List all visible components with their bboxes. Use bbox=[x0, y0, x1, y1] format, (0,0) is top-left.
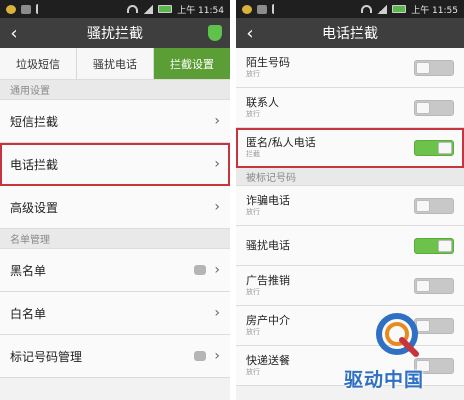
signal-icon bbox=[377, 4, 388, 14]
row-label: 高级设置 bbox=[10, 200, 59, 215]
left-screen: 上午 11:54 ‹ 骚扰拦截 垃圾短信 骚扰电话 拦截设置 通用设置 短信拦截… bbox=[0, 0, 230, 400]
row-marked-numbers[interactable]: 标记号码管理 › bbox=[0, 335, 230, 378]
tab-spam-sms[interactable]: 垃圾短信 bbox=[0, 48, 77, 79]
usb-icon bbox=[36, 4, 42, 14]
back-button[interactable]: ‹ bbox=[236, 23, 264, 44]
toggle-switch[interactable] bbox=[414, 317, 454, 334]
toggle-row-anonymous-calls[interactable]: 匿名/私人电话 拦截 bbox=[236, 128, 464, 168]
row-call-block[interactable]: 电话拦截 › bbox=[0, 143, 230, 186]
row-sublabel: 放行 bbox=[246, 368, 260, 376]
row-whitelist[interactable]: 白名单 › bbox=[0, 292, 230, 335]
notification-icon bbox=[6, 4, 16, 14]
toggle-knob bbox=[416, 319, 430, 332]
count-badge bbox=[194, 351, 207, 361]
row-sublabel: 放行 bbox=[246, 288, 260, 296]
row-label: 陌生号码 bbox=[246, 56, 290, 69]
tab-bar: 垃圾短信 骚扰电话 拦截设置 bbox=[0, 48, 230, 80]
section-header-list: 名单管理 bbox=[0, 229, 230, 249]
toggle-row-contacts[interactable]: 联系人 放行 bbox=[236, 88, 464, 128]
status-bar: 上午 11:54 bbox=[0, 0, 230, 18]
toggle-switch[interactable] bbox=[414, 139, 454, 156]
row-label: 广告推销 bbox=[246, 274, 290, 287]
toggle-switch[interactable] bbox=[414, 197, 454, 214]
wifi-icon bbox=[127, 5, 139, 13]
status-time: 上午 11:55 bbox=[411, 5, 458, 16]
usb-icon bbox=[272, 4, 278, 14]
toggle-switch[interactable] bbox=[414, 277, 454, 294]
row-blacklist[interactable]: 黑名单 › bbox=[0, 249, 230, 292]
cat-icon bbox=[21, 4, 31, 14]
chevron-right-icon: › bbox=[214, 113, 220, 129]
row-sublabel: 放行 bbox=[246, 208, 260, 216]
status-bar: 上午 11:55 bbox=[236, 0, 464, 18]
row-sublabel: 放行 bbox=[246, 70, 260, 78]
battery-icon bbox=[158, 5, 173, 13]
page-title: 电话拦截 bbox=[322, 26, 378, 42]
toggle-knob bbox=[438, 239, 452, 252]
toggle-row-fraud-calls[interactable]: 诈骗电话 放行 bbox=[236, 186, 464, 226]
title-bar: ‹ 骚扰拦截 bbox=[0, 18, 230, 48]
row-label: 黑名单 bbox=[10, 263, 47, 278]
battery-icon bbox=[392, 5, 407, 13]
toggle-row-real-estate-agent[interactable]: 房产中介 放行 bbox=[236, 306, 464, 346]
back-arrow-icon: ‹ bbox=[10, 22, 18, 44]
toggle-switch[interactable] bbox=[414, 237, 454, 254]
chevron-right-icon: › bbox=[214, 199, 220, 215]
toggle-knob bbox=[416, 199, 430, 212]
row-sublabel: 放行 bbox=[246, 328, 260, 336]
row-label: 短信拦截 bbox=[10, 114, 59, 129]
toggle-row-delivery[interactable]: 快递送餐 放行 bbox=[236, 346, 464, 386]
toggle-row-ad-promotion[interactable]: 广告推销 放行 bbox=[236, 266, 464, 306]
toggle-knob bbox=[438, 141, 452, 154]
chevron-right-icon: › bbox=[214, 348, 220, 364]
row-sublabel: 放行 bbox=[246, 110, 260, 118]
back-button[interactable]: ‹ bbox=[0, 23, 28, 44]
status-time: 上午 11:54 bbox=[177, 5, 224, 16]
row-label: 电话拦截 bbox=[10, 157, 59, 172]
row-label: 骚扰电话 bbox=[246, 238, 290, 252]
section-header-general: 通用设置 bbox=[0, 80, 230, 100]
row-label: 诈骗电话 bbox=[246, 194, 290, 207]
chevron-right-icon: › bbox=[214, 156, 220, 172]
toggle-knob bbox=[416, 101, 430, 114]
page-title: 骚扰拦截 bbox=[87, 26, 143, 42]
toggle-knob bbox=[416, 279, 430, 292]
cat-icon bbox=[257, 4, 267, 14]
row-sublabel: 拦截 bbox=[246, 150, 260, 158]
row-label: 房产中介 bbox=[246, 314, 290, 327]
shield-icon[interactable] bbox=[208, 25, 222, 41]
signal-icon bbox=[143, 4, 154, 14]
row-label: 联系人 bbox=[246, 96, 279, 109]
toggle-row-harassing-calls[interactable]: 骚扰电话 bbox=[236, 226, 464, 266]
row-label: 快递送餐 bbox=[246, 354, 290, 367]
tab-harassing-calls[interactable]: 骚扰电话 bbox=[77, 48, 154, 79]
chevron-right-icon: › bbox=[214, 305, 220, 321]
toggle-switch[interactable] bbox=[414, 99, 454, 116]
section-header-marked: 被标记号码 bbox=[236, 168, 464, 186]
chevron-right-icon: › bbox=[214, 262, 220, 278]
back-arrow-icon: ‹ bbox=[246, 22, 254, 44]
count-badge bbox=[194, 265, 207, 275]
tab-block-settings[interactable]: 拦截设置 bbox=[154, 48, 230, 79]
wifi-icon bbox=[361, 5, 373, 13]
row-label: 白名单 bbox=[10, 306, 47, 321]
toggle-switch[interactable] bbox=[414, 59, 454, 76]
row-advanced-settings[interactable]: 高级设置 › bbox=[0, 186, 230, 229]
right-screen: 上午 11:55 ‹ 电话拦截 陌生号码 放行 联系人 放行 匿名/私人电话 拦截 被… bbox=[236, 0, 464, 400]
toggle-knob bbox=[416, 61, 430, 74]
row-sms-block[interactable]: 短信拦截 › bbox=[0, 100, 230, 143]
toggle-switch[interactable] bbox=[414, 357, 454, 374]
toggle-row-unknown-numbers[interactable]: 陌生号码 放行 bbox=[236, 48, 464, 88]
toggle-knob bbox=[416, 359, 430, 372]
row-label: 标记号码管理 bbox=[10, 349, 83, 364]
notification-icon bbox=[242, 4, 252, 14]
title-bar: ‹ 电话拦截 bbox=[236, 18, 464, 48]
row-label: 匿名/私人电话 bbox=[246, 136, 316, 149]
